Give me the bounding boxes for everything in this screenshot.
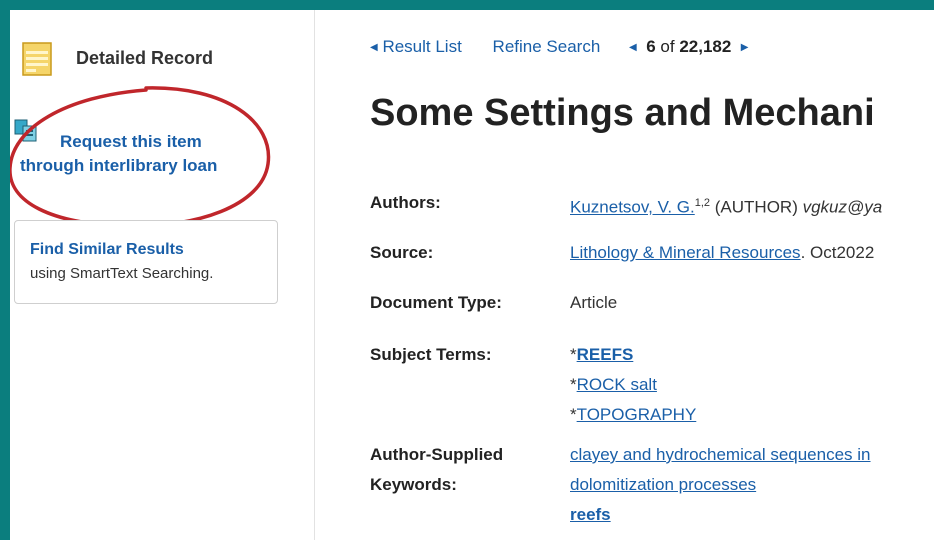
- prev-result-icon[interactable]: ◀: [629, 42, 637, 53]
- subject-term-link[interactable]: ROCK salt: [577, 375, 657, 394]
- keyword-link[interactable]: dolomitization processes: [570, 470, 871, 500]
- detailed-record-label[interactable]: Detailed Record: [76, 48, 213, 69]
- find-similar-link[interactable]: Find Similar Results: [30, 241, 184, 259]
- document-type-value: Article: [570, 293, 618, 312]
- current-index: 6: [646, 37, 656, 56]
- result-list-link[interactable]: Result List: [382, 37, 461, 57]
- keywords-list: clayey and hydrochemical sequences in do…: [570, 440, 871, 530]
- source-value: Lithology & Mineral Resources. Oct2022: [570, 238, 874, 268]
- result-navigation: ◀ Result List Refine Search ◀ 6 of 22,18…: [370, 37, 748, 57]
- authors-value: Kuznetsov, V. G.1,2 (AUTHOR) vgkuz@ya: [570, 188, 882, 223]
- asterisk: *: [570, 375, 577, 394]
- keywords-label-line1: Author-Supplied: [370, 445, 504, 464]
- triangle-left-icon: ◀: [370, 42, 378, 53]
- subject-term-item: *TOPOGRAPHY: [570, 400, 696, 430]
- source-journal-link[interactable]: Lithology & Mineral Resources: [570, 243, 801, 262]
- asterisk: *: [570, 345, 577, 364]
- record-title: Some Settings and Mechani: [370, 92, 875, 134]
- page-frame: Detailed Record Request this item throug…: [10, 10, 934, 540]
- subject-term-link[interactable]: REEFS: [577, 345, 634, 364]
- subject-term-link[interactable]: TOPOGRAPHY: [577, 405, 697, 424]
- author-link[interactable]: Kuznetsov, V. G.: [570, 198, 695, 217]
- keywords-label-line2: Keywords:: [370, 475, 457, 494]
- document-type-label: Document Type:: [370, 293, 502, 312]
- authors-label: Authors:: [370, 193, 441, 212]
- total-count: 22,182: [679, 37, 732, 56]
- subject-terms-label: Subject Terms:: [370, 345, 492, 364]
- find-similar-panel: Find Similar Results using SmartText Sea…: [14, 220, 278, 304]
- next-result-icon[interactable]: ▶: [741, 42, 749, 53]
- keyword-link[interactable]: reefs: [570, 500, 871, 530]
- detailed-record-icon: [22, 42, 52, 76]
- author-role: (AUTHOR): [710, 197, 803, 217]
- author-email: vgkuz@ya: [802, 197, 883, 217]
- ill-link-line2[interactable]: through interlibrary loan: [20, 154, 260, 178]
- subject-term-item: *ROCK salt: [570, 370, 696, 400]
- interlibrary-loan-link[interactable]: Request this item through interlibrary l…: [20, 130, 260, 178]
- result-position: 6 of 22,182: [641, 37, 731, 57]
- author-affiliation: 1,2: [694, 197, 711, 209]
- keyword-link[interactable]: clayey and hydrochemical sequences in: [570, 440, 871, 470]
- sidebar: Detailed Record Request this item throug…: [10, 10, 315, 540]
- source-details: . Oct2022: [800, 243, 875, 262]
- find-similar-subtitle: using SmartText Searching.: [30, 265, 214, 282]
- asterisk: *: [570, 405, 577, 424]
- subject-term-item: *REEFS: [570, 340, 696, 370]
- keywords-label: Author-Supplied Keywords:: [370, 440, 503, 500]
- of-label: of: [660, 37, 675, 56]
- refine-search-link[interactable]: Refine Search: [493, 37, 601, 57]
- subject-terms-list: *REEFS *ROCK salt *TOPOGRAPHY: [570, 340, 696, 430]
- ill-link-line1[interactable]: Request this item: [20, 130, 260, 154]
- source-label: Source:: [370, 243, 434, 262]
